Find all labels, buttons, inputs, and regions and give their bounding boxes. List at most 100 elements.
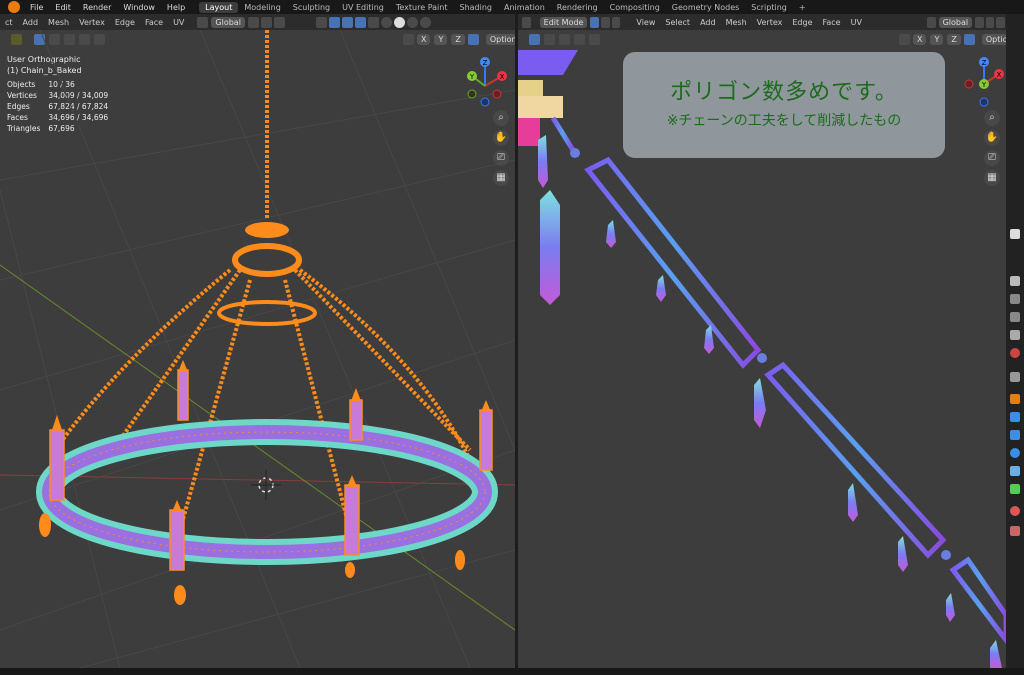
menu-render[interactable]: Render	[77, 3, 117, 12]
workspace-tab-geometry-nodes[interactable]: Geometry Nodes	[666, 2, 745, 13]
properties-tab-strip	[1006, 14, 1024, 668]
crystals	[538, 135, 1002, 668]
workspace-tab-texture-paint[interactable]: Texture Paint	[390, 2, 454, 13]
transform-orientation-icon[interactable]	[926, 16, 936, 28]
workspace-tab-animation[interactable]: Animation	[498, 2, 551, 13]
left-3d-viewport[interactable]: X Y Z Options User Orthographic (1) Chai…	[0, 30, 515, 668]
right-navigation-gizmo[interactable]: Y X Z	[964, 54, 1004, 110]
menu-face[interactable]: Face	[140, 18, 168, 27]
add-workspace-button[interactable]: +	[793, 2, 812, 13]
physics-properties-icon[interactable]	[1010, 448, 1020, 458]
workspace-tab-layout[interactable]: Layout	[199, 1, 239, 13]
shading-rendered-icon[interactable]	[419, 16, 431, 28]
menu-add[interactable]: Add	[695, 18, 721, 27]
select-menu-partial[interactable]: ct	[0, 18, 18, 27]
shading-wireframe-icon[interactable]	[380, 16, 392, 28]
workspace-tab-rendering[interactable]: Rendering	[551, 2, 604, 13]
snap-icon[interactable]	[260, 16, 272, 28]
orientation-dropdown[interactable]: Global	[938, 16, 973, 28]
top-menu-bar: File Edit Render Window Help Layout Mode…	[0, 0, 1024, 14]
right-3d-viewport[interactable]: X Y Z Options	[518, 30, 1006, 668]
face-select-icon[interactable]	[611, 16, 621, 28]
menu-mesh[interactable]: Mesh	[721, 18, 752, 27]
selectability-icon[interactable]	[328, 16, 340, 28]
3d-cursor-icon	[251, 470, 281, 500]
menu-vertex[interactable]: Vertex	[74, 18, 110, 27]
menu-help[interactable]: Help	[161, 3, 191, 12]
render-properties-icon[interactable]	[1010, 276, 1020, 286]
menu-view[interactable]: View	[631, 18, 660, 27]
output-properties-icon[interactable]	[1010, 294, 1020, 304]
gizmo-z-label: Z	[982, 59, 987, 67]
ortho-grid-icon[interactable]: ▦	[493, 170, 509, 186]
pivot-icon[interactable]	[247, 16, 259, 28]
world-properties-icon[interactable]	[1010, 348, 1020, 358]
workspace-tab-compositing[interactable]: Compositing	[604, 2, 666, 13]
proportional-edit-icon[interactable]	[273, 16, 285, 28]
menu-select[interactable]: Select	[660, 18, 695, 27]
small-ring	[217, 300, 317, 326]
menu-window[interactable]: Window	[117, 3, 161, 12]
right-viewport-header: Edit Mode View Select Add Mesh Vertex Ed…	[518, 14, 1006, 30]
data-properties-icon[interactable]	[1010, 484, 1020, 494]
workspace-tab-modeling[interactable]: Modeling	[238, 2, 286, 13]
shading-solid-icon[interactable]	[393, 16, 405, 28]
menu-vertex[interactable]: Vertex	[752, 18, 788, 27]
menu-file[interactable]: File	[24, 3, 49, 12]
edge-select-icon[interactable]	[601, 16, 610, 28]
proportional-edit-icon[interactable]	[996, 16, 1006, 28]
tool-properties-icon[interactable]	[1010, 229, 1020, 239]
xray-icon[interactable]	[367, 16, 379, 28]
mesh-block-pink	[518, 118, 540, 146]
texture-properties-icon[interactable]	[1010, 526, 1020, 536]
camera-view-icon[interactable]: ⎚	[493, 150, 509, 166]
gizmo-x-label: X	[997, 71, 1002, 79]
pan-hand-icon[interactable]: ✋	[984, 130, 1000, 146]
orientation-dropdown[interactable]: Global	[211, 16, 245, 28]
left-navigation-gizmo[interactable]: X Z Y	[462, 54, 508, 110]
left-nav-buttons: ⌕ ✋ ⎚ ▦	[493, 110, 509, 186]
snap-icon[interactable]	[985, 16, 995, 28]
workspace-tab-sculpting[interactable]: Sculpting	[287, 2, 336, 13]
particles-properties-icon[interactable]	[1010, 430, 1020, 440]
crown-top	[245, 222, 289, 238]
collection-properties-icon[interactable]	[1010, 372, 1020, 382]
editor-type-icon[interactable]	[522, 16, 531, 28]
shading-material-icon[interactable]	[406, 16, 418, 28]
object-properties-icon[interactable]	[1010, 394, 1020, 404]
transform-orientation-icon[interactable]	[197, 16, 209, 28]
view-layer-icon[interactable]	[1010, 312, 1020, 322]
mode-dropdown[interactable]: Edit Mode	[539, 16, 588, 28]
menu-add[interactable]: Add	[18, 18, 44, 27]
gizmo-toggle-icon[interactable]	[341, 16, 353, 28]
camera-view-icon[interactable]: ⎚	[984, 150, 1000, 166]
menu-uv[interactable]: UV	[168, 18, 189, 27]
pan-hand-icon[interactable]: ✋	[493, 130, 509, 146]
menu-edge[interactable]: Edge	[110, 18, 140, 27]
visibility-icon[interactable]	[315, 16, 327, 28]
workspace-tab-shading[interactable]: Shading	[453, 2, 498, 13]
mesh-block-top	[518, 50, 578, 75]
menu-edge[interactable]: Edge	[787, 18, 817, 27]
workspace-tab-uv-editing[interactable]: UV Editing	[336, 2, 390, 13]
menu-mesh[interactable]: Mesh	[43, 18, 74, 27]
workspace-tab-scripting[interactable]: Scripting	[745, 2, 793, 13]
modifier-properties-icon[interactable]	[1010, 412, 1020, 422]
menu-face[interactable]: Face	[818, 18, 846, 27]
zoom-icon[interactable]: ⌕	[984, 110, 1000, 126]
ortho-grid-icon[interactable]: ▦	[984, 170, 1000, 186]
constraints-properties-icon[interactable]	[1010, 466, 1020, 476]
blender-logo-icon[interactable]	[8, 1, 20, 13]
menu-uv[interactable]: UV	[846, 18, 867, 27]
gizmo-z-label: Z	[483, 59, 488, 67]
menu-edit[interactable]: Edit	[49, 3, 77, 12]
gizmo-y-label: Y	[981, 81, 987, 89]
gizmo-y-label: Y	[469, 73, 475, 81]
material-properties-icon[interactable]	[1010, 506, 1020, 516]
mesh-block-cream	[518, 80, 543, 98]
vertex-select-icon[interactable]	[590, 16, 600, 28]
scene-properties-icon[interactable]	[1010, 330, 1020, 340]
pivot-icon[interactable]	[975, 16, 984, 28]
overlay-toggle-icon[interactable]	[354, 16, 366, 28]
zoom-icon[interactable]: ⌕	[493, 110, 509, 126]
